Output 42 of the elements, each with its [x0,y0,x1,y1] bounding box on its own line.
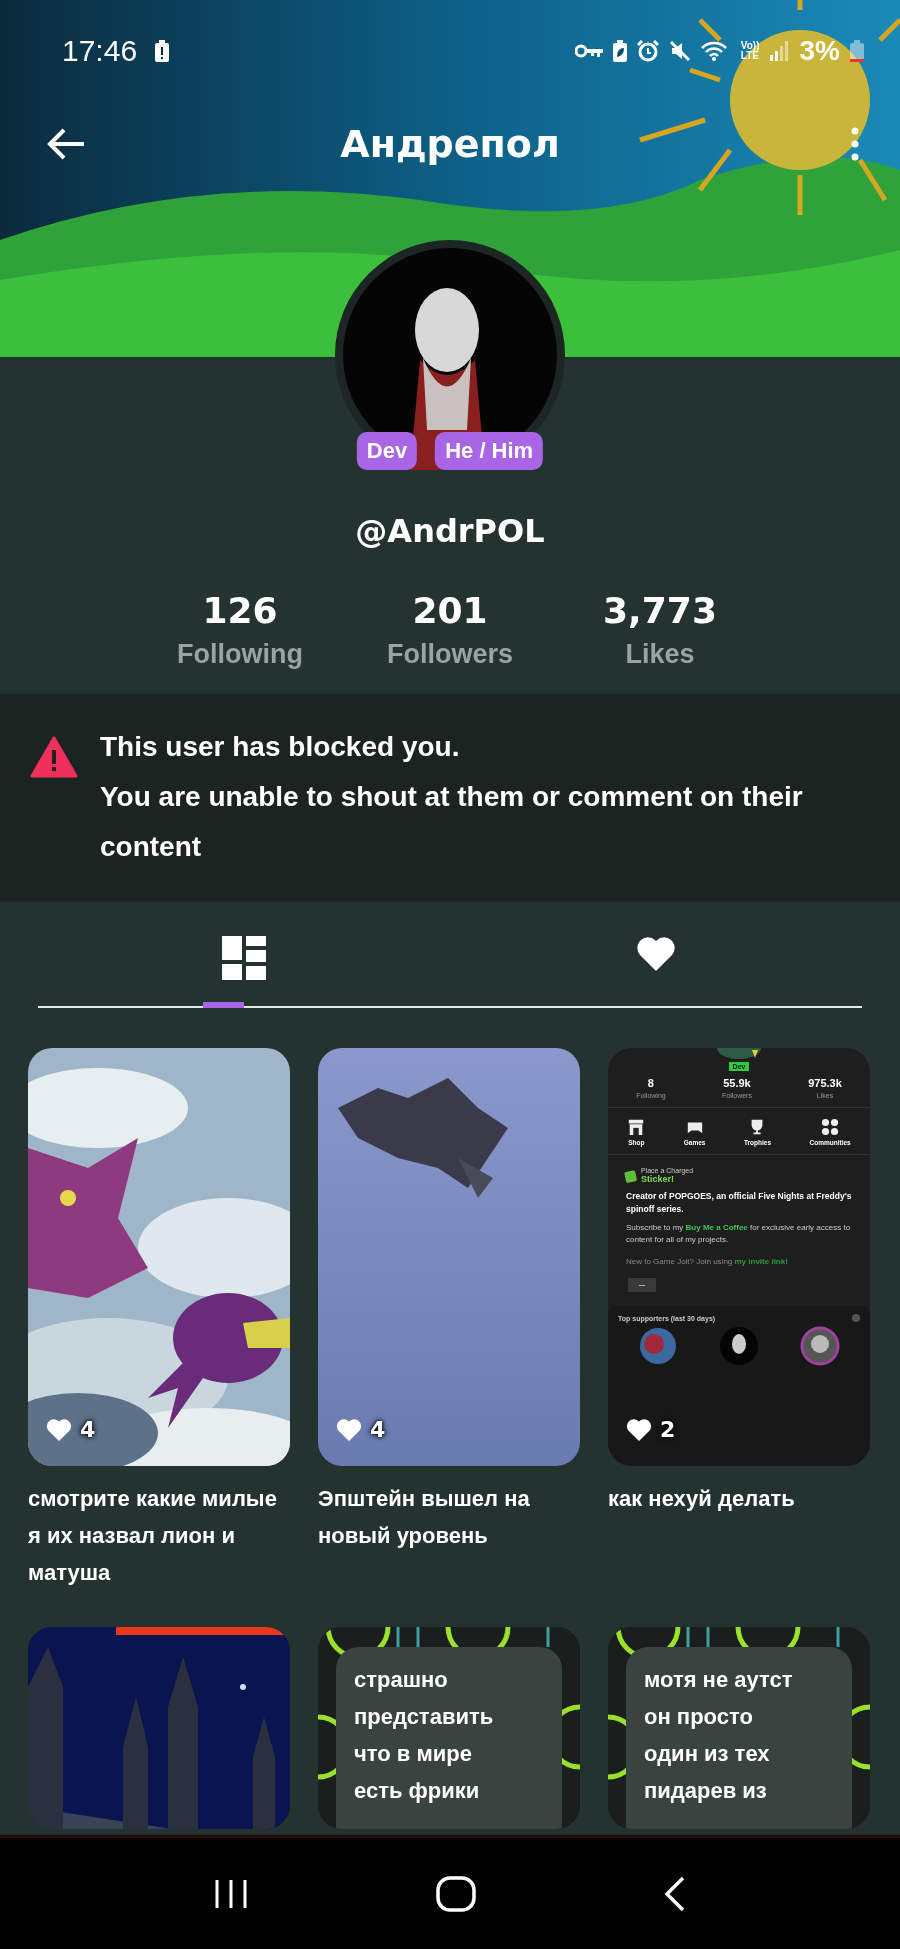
stat-button[interactable]: 3,773 Likes [560,590,760,670]
home-icon[interactable] [436,1875,476,1912]
stat-value: 8 [647,1077,654,1089]
back-icon[interactable] [664,1875,686,1912]
heart-icon [636,936,676,972]
post-caption: Эпштейн вышел на новый уровень [318,1485,531,1550]
like-count: 4 [80,1417,96,1442]
avatar-icon [714,1048,764,1060]
grid-icon [821,1118,840,1136]
stat-button[interactable]: 126 Following [140,590,340,670]
invite-link[interactable]: my invite link! [734,1257,788,1266]
post-text: мотя не аутст он просто один из тех пидарев из [644,1666,793,1805]
post-card[interactable] [608,1048,870,1466]
sticker-icon [624,1168,638,1183]
heart-icon [626,1417,652,1442]
post-caption: смотрите какие милые я их назвал лион и матуша [28,1485,278,1587]
heart-icon [336,1417,362,1442]
coffee-link[interactable]: Buy Me a Coffee [685,1223,748,1232]
shop-icon [627,1118,646,1136]
bio-text: Subscribe to my Buy Me a Coffee for exclusive early access to content for all of my projects. [626,1222,852,1246]
invite-text: New to Game Jolt? Join using my invite link! [626,1256,788,1268]
sticker-link: Sticker! [641,1174,675,1184]
profile-badge: He / Him [435,432,544,470]
bio-text: Creator of POPGOES, an official Five Nights at Freddy's spinoff series. [626,1190,853,1216]
notice-text: This user has blocked you. [100,730,461,764]
avatar-icon [719,1326,759,1366]
stat-button[interactable]: 201 Followers [350,590,550,670]
like-count: 2 [660,1417,676,1442]
post-text: страшно представить что в мире есть фрики [354,1666,494,1805]
avatar-icon [638,1326,679,1366]
like-count: 4 [370,1417,386,1442]
grid-icon [222,936,266,980]
avatar-icon [799,1326,840,1366]
heart-icon [46,1417,72,1442]
warning-icon [30,736,78,778]
stat-value: 55.9k [723,1077,751,1089]
recent-apps-icon[interactable] [214,1877,248,1910]
username: @AndrPOL [355,512,545,550]
profile-badge: Dev [356,432,418,470]
notice-text: You are unable to shout at them or comment on their content [100,780,804,864]
post-caption: как нехуй делать [608,1485,796,1513]
stat-value: 975.3k [808,1077,842,1089]
